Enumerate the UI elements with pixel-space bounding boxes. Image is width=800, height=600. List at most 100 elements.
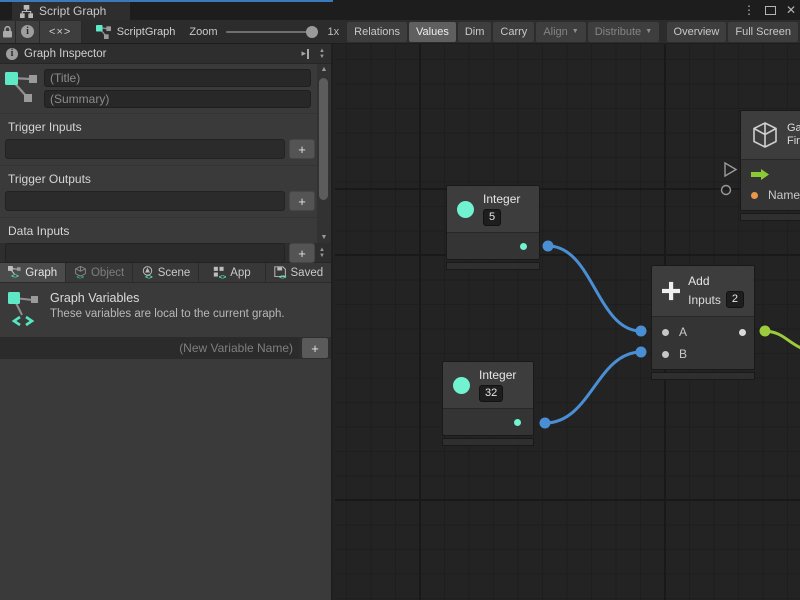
output-port-icon[interactable] <box>514 419 521 426</box>
integer-type-icon <box>453 377 470 394</box>
wire-endpoint[interactable] <box>636 326 647 337</box>
port-label: Name <box>768 188 800 202</box>
trigger-inputs-list[interactable] <box>5 139 285 159</box>
add-trigger-output-button[interactable]: + <box>289 191 315 211</box>
add-data-input-button[interactable]: + <box>289 243 315 263</box>
string-input-port-icon[interactable] <box>751 192 758 199</box>
node-footer <box>442 438 534 446</box>
input-port-icon[interactable] <box>662 351 669 358</box>
zoom-slider-knob[interactable] <box>306 26 318 38</box>
dock-icon[interactable]: ▸ <box>302 48 310 59</box>
inputs-count-field[interactable]: 2 <box>726 291 744 308</box>
info-icon: i <box>6 48 18 60</box>
output-port-icon[interactable] <box>520 243 527 250</box>
graph-canvas[interactable]: Integer 5 Integer 32 <box>335 44 800 600</box>
lock-button[interactable] <box>0 21 16 43</box>
scroll-down-icon[interactable]: ▼ <box>317 234 331 241</box>
dim-button[interactable]: Dim <box>458 22 492 42</box>
header-scroll-arrows[interactable]: ▲ ▼ <box>319 48 325 60</box>
wire-add-output[interactable] <box>765 331 800 349</box>
inspector-toggle-button[interactable]: i <box>16 21 39 43</box>
input-port-icon[interactable] <box>662 329 669 336</box>
blackboard-toggle-button[interactable]: <×> <box>40 21 82 43</box>
tab-label: Script Graph <box>39 4 106 18</box>
blackboard-empty-area <box>0 359 331 600</box>
trigger-outputs-section: Trigger Outputs + <box>0 165 331 217</box>
wire-endpoint[interactable] <box>760 326 771 337</box>
tab-script-graph[interactable]: Script Graph <box>12 2 130 20</box>
fullscreen-button[interactable]: Full Screen <box>728 22 798 42</box>
graph-variables-icon <box>4 69 38 105</box>
graph-inspector-body: Trigger Inputs + Trigger Outputs + Data … <box>0 64 331 243</box>
relations-label: Relations <box>354 26 400 38</box>
wire-integer5-to-addA[interactable] <box>548 246 641 331</box>
zoom-value: 1x <box>328 26 340 38</box>
wire-integer32-to-addB[interactable] <box>545 352 641 423</box>
trigger-outputs-label: Trigger Outputs <box>0 170 331 191</box>
svg-text:<>: <> <box>76 274 84 279</box>
node-footer <box>740 213 800 221</box>
wire-endpoint[interactable] <box>543 241 554 252</box>
overview-button[interactable]: Overview <box>667 22 727 42</box>
node-integer-32[interactable]: Integer 32 <box>442 361 534 446</box>
inspector-scrollbar[interactable]: ▲ ▼ <box>317 64 331 243</box>
scroll-up-icon[interactable]: ▲ <box>317 66 331 73</box>
node-gameobject-find[interactable]: Game Object Find Name <box>740 110 800 221</box>
script-graph-icon <box>96 24 111 39</box>
window-menu-icon[interactable]: ⋮ <box>743 3 755 17</box>
graph-variables-icon <box>8 291 40 327</box>
distribute-label: Distribute <box>595 26 641 38</box>
add-icon <box>662 279 680 303</box>
control-port-stub-icon[interactable] <box>725 163 736 176</box>
svg-text:<>: <> <box>219 274 226 279</box>
lock-icon <box>2 26 13 38</box>
inputs-label: Inputs <box>688 293 721 307</box>
info-icon: i <box>21 25 34 38</box>
graph-hierarchy-icon <box>20 5 33 18</box>
node-title: Find <box>787 135 800 148</box>
integer-value-field[interactable]: 32 <box>479 385 503 402</box>
graph-variables-title: Graph Variables <box>50 291 285 305</box>
close-icon[interactable]: ✕ <box>786 3 796 17</box>
values-button[interactable]: Values <box>409 22 456 42</box>
wire-endpoint[interactable] <box>540 418 551 429</box>
align-dropdown[interactable]: Align ▼ <box>536 22 585 42</box>
data-inputs-label: Data Inputs <box>0 222 331 243</box>
zoom-slider[interactable] <box>226 31 318 33</box>
integer-value-field[interactable]: 5 <box>483 209 501 226</box>
wire-endpoint[interactable] <box>636 347 647 358</box>
scrollbar-thumb[interactable] <box>319 78 328 200</box>
carry-button[interactable]: Carry <box>493 22 534 42</box>
gameobject-cube-icon <box>751 121 779 149</box>
chevron-down-icon: ▼ <box>572 28 579 35</box>
script-graph-window: Script Graph ⋮ ✕ i <×> <box>0 0 800 600</box>
trigger-inputs-section: Trigger Inputs + <box>0 113 331 165</box>
output-port-icon[interactable] <box>739 329 746 336</box>
data-inputs-list[interactable] <box>5 243 285 263</box>
graph-summary-input[interactable] <box>44 90 311 108</box>
chevron-down-icon: ▼ <box>645 28 652 35</box>
value-port-stub-icon[interactable] <box>722 186 731 195</box>
relations-button[interactable]: Relations <box>347 22 407 42</box>
integer-type-icon <box>457 201 474 218</box>
trigger-inputs-label: Trigger Inputs <box>0 118 331 139</box>
trigger-outputs-list[interactable] <box>5 191 285 211</box>
maximize-icon[interactable] <box>765 6 776 15</box>
distribute-dropdown[interactable]: Distribute ▼ <box>588 22 659 42</box>
scroll-down-icon[interactable]: ▼ <box>319 54 325 60</box>
titlebar: Script Graph ⋮ ✕ <box>0 0 800 20</box>
fullscreen-label: Full Screen <box>735 26 791 38</box>
new-variable-input[interactable] <box>0 337 299 359</box>
node-integer-5[interactable]: Integer 5 <box>446 185 540 270</box>
control-input-arrow-icon[interactable] <box>751 169 769 180</box>
graph-title-input[interactable] <box>44 69 311 87</box>
new-variable-row: + <box>0 337 331 359</box>
port-label: A <box>679 325 687 339</box>
add-variable-button[interactable]: + <box>302 338 328 358</box>
node-add[interactable]: Add Inputs 2 A B <box>651 265 755 380</box>
graph-reference[interactable]: ScriptGraph <box>96 24 176 39</box>
add-trigger-input-button[interactable]: + <box>289 139 315 159</box>
data-inputs-section: Data Inputs + <box>0 217 331 269</box>
blackboard-icon: <×> <box>49 26 71 38</box>
dim-label: Dim <box>465 26 485 38</box>
